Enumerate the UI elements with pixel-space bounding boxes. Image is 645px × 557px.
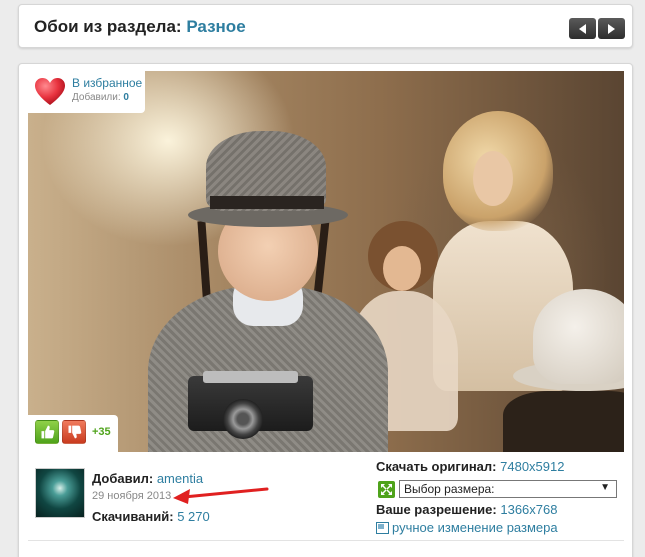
divider <box>28 540 624 541</box>
woman-face <box>473 151 513 206</box>
size-select[interactable]: Выбор размера: ▼ <box>399 480 617 498</box>
added-date: 29 ноября 2013 <box>92 490 172 502</box>
downloads-value: 5 270 <box>177 509 210 524</box>
heart-icon[interactable] <box>34 77 66 107</box>
chevron-left-icon <box>579 23 586 34</box>
add-to-favorites-link[interactable]: В избранное <box>72 76 142 90</box>
wallpaper-image[interactable] <box>28 71 624 452</box>
category-link[interactable]: Разное <box>186 17 245 36</box>
download-original: Скачать оригинал: 7480x5912 <box>376 459 564 474</box>
your-resolution: Ваше разрешение: 1366x768 <box>376 502 557 517</box>
man-hat <box>533 289 624 384</box>
header-panel: Обои из раздела: Разное <box>18 4 633 48</box>
boy-hat-band <box>210 196 324 209</box>
camera-top <box>203 371 298 383</box>
chevron-down-icon: ▼ <box>600 482 610 493</box>
added-by-label: Добавил: <box>92 471 154 486</box>
vote-box: +35 <box>28 415 118 452</box>
favorite-box: В избранное Добавили: 0 <box>28 71 145 113</box>
manual-resize-link[interactable]: ручное изменение размера <box>392 520 558 535</box>
resize-arrows-icon <box>378 481 395 498</box>
favorites-count: Добавили: 0 <box>72 92 129 103</box>
like-button[interactable] <box>35 420 59 444</box>
page-title: Обои из раздела: Разное <box>34 17 246 37</box>
your-resolution-label: Ваше разрешение: <box>376 502 497 517</box>
vote-score: +35 <box>92 426 111 438</box>
downloads-label: Скачиваний: <box>92 509 174 524</box>
download-original-link[interactable]: 7480x5912 <box>500 459 564 474</box>
uploader-avatar[interactable] <box>35 468 85 518</box>
title-prefix: Обои из раздела: <box>34 17 182 36</box>
camera-lens <box>223 399 263 439</box>
window-resize-icon <box>376 522 389 534</box>
annotation-arrow-icon <box>173 487 269 504</box>
next-wallpaper-button[interactable] <box>598 18 625 39</box>
second-woman-face <box>383 246 421 291</box>
dislike-button[interactable] <box>62 420 86 444</box>
thumbs-down-icon <box>68 425 82 439</box>
your-resolution-link[interactable]: 1366x768 <box>500 502 557 517</box>
size-select-value: Выбор размера: <box>404 482 495 496</box>
favorites-count-value: 0 <box>123 92 129 103</box>
downloads-count: Скачиваний: 5 270 <box>92 509 210 524</box>
favorites-count-label: Добавили: <box>72 92 121 103</box>
prev-wallpaper-button[interactable] <box>569 18 596 39</box>
download-original-label: Скачать оригинал: <box>376 459 497 474</box>
man-figure <box>503 391 624 452</box>
chevron-right-icon <box>608 23 615 34</box>
thumbs-up-icon <box>41 425 55 439</box>
